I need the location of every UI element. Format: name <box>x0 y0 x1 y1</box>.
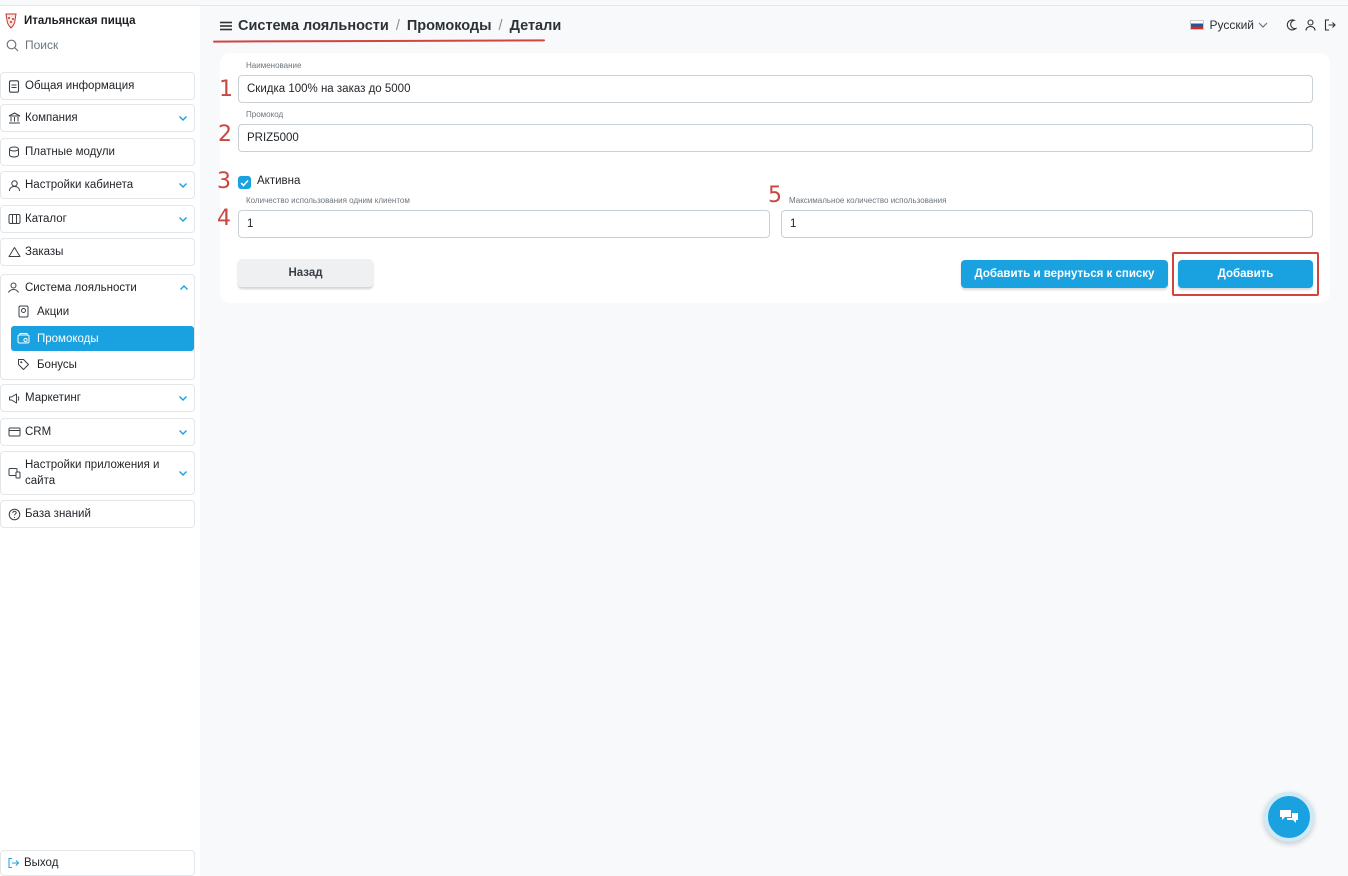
per-client-input[interactable]: 1 <box>238 210 770 238</box>
checkmark-icon <box>240 179 249 187</box>
sidebar-item-label: CRM <box>25 426 52 438</box>
document-icon <box>7 79 21 93</box>
sidebar-subitem-bonuses[interactable]: Бонусы <box>11 352 194 377</box>
devices-icon <box>7 466 21 480</box>
coins-icon <box>7 145 21 159</box>
sidebar-item-label: Общая информация <box>25 80 135 92</box>
sidebar-subitem-label: Бонусы <box>37 358 77 371</box>
user-settings-icon <box>7 178 21 192</box>
language-selector[interactable]: Русский <box>1209 18 1254 32</box>
sidebar-search[interactable]: Поиск <box>6 38 58 52</box>
annotation-number: 1 <box>219 77 233 102</box>
promo-field-label: Промокод <box>246 110 284 119</box>
sidebar-item-knowledge-base[interactable]: База знаний <box>0 500 195 528</box>
per-client-field-label: Количество использования одним клиентом <box>246 196 410 205</box>
sidebar-item-general[interactable]: Общая информация <box>0 72 195 100</box>
brand[interactable]: Итальянская пицца <box>4 12 135 30</box>
logout-label: Выход <box>24 857 59 869</box>
search-icon <box>6 39 19 51</box>
bank-icon <box>7 111 21 125</box>
sidebar-subitem-promocodes[interactable]: Промокоды <box>11 326 194 351</box>
chat-button[interactable] <box>1264 792 1314 842</box>
help-icon <box>7 507 21 521</box>
annotation-number: 3 <box>217 169 231 194</box>
sidebar-item-company[interactable]: Компания <box>0 104 195 132</box>
annotation-number: 2 <box>218 122 232 147</box>
sidebar-item-label: Система лояльности <box>25 282 137 294</box>
sidebar-item-cabinet-settings[interactable]: Настройки кабинета <box>0 171 195 199</box>
sidebar-item-label: Каталог <box>25 213 67 225</box>
sidebar-item-marketing[interactable]: Маркетинг <box>0 384 195 412</box>
logout-button[interactable]: Выход <box>0 850 195 876</box>
sidebar-item-paid-modules[interactable]: Платные модули <box>0 138 195 166</box>
chevron-up-icon <box>180 285 188 290</box>
chevron-down-icon[interactable] <box>1258 21 1268 29</box>
back-button[interactable]: Назад <box>238 259 373 287</box>
sidebar-subitem-label: Акции <box>37 305 70 318</box>
russia-flag-icon <box>1190 20 1205 30</box>
chevron-down-icon <box>179 396 187 401</box>
megaphone-icon <box>7 391 21 405</box>
chevron-down-icon <box>179 471 187 476</box>
annotation-highlight-box <box>1172 252 1319 296</box>
sidebar-item-label: Заказы <box>25 246 64 258</box>
crm-icon <box>7 425 21 439</box>
active-checkbox-label[interactable]: Активна <box>257 175 300 187</box>
add-and-return-button[interactable]: Добавить и вернуться к списку <box>961 260 1168 288</box>
max-uses-field-label: Максимальное количество использования <box>789 196 947 205</box>
logout-icon <box>8 858 20 868</box>
sidebar-item-app-settings[interactable]: Настройки приложения и сайта <box>0 451 195 495</box>
app-title: Итальянская пицца <box>24 15 136 27</box>
loyalty-icon <box>7 281 21 295</box>
chat-icon <box>1280 810 1298 823</box>
logo-icon <box>5 13 17 29</box>
annotation-underline <box>212 39 546 43</box>
breadcrumb-separator: / <box>395 18 400 34</box>
sidebar-item-catalog[interactable]: Каталог <box>0 205 195 233</box>
top-divider <box>0 5 1348 6</box>
user-icon[interactable] <box>1305 19 1316 31</box>
breadcrumb: Система лояльности / Промокоды / Детали <box>220 18 561 34</box>
chevron-down-icon <box>179 116 187 121</box>
sidebar-item-label: Настройки приложения и сайта <box>25 459 160 487</box>
breadcrumb-item-loyalty[interactable]: Система лояльности <box>238 18 389 34</box>
sidebar-item-orders[interactable]: Заказы <box>0 238 195 266</box>
sidebar-subitem-promotions[interactable]: Акции <box>11 299 194 324</box>
annotation-number: 5 <box>768 183 782 208</box>
sidebar-item-label: База знаний <box>25 508 91 520</box>
sidebar-item-label: Платные модули <box>25 146 115 158</box>
active-checkbox[interactable] <box>238 176 251 189</box>
sidebar-item-label: Настройки кабинета <box>25 179 134 191</box>
chevron-down-icon <box>179 183 187 188</box>
chevron-down-icon <box>179 430 187 435</box>
logout-icon[interactable] <box>1324 19 1336 31</box>
breadcrumb-separator: / <box>498 18 503 34</box>
name-field-label: Наименование <box>246 61 302 70</box>
breadcrumb-item-promocodes[interactable]: Промокоды <box>407 18 492 34</box>
promocode-input[interactable]: PRIZ5000 <box>238 124 1313 152</box>
chevron-down-icon <box>179 217 187 222</box>
search-label: Поиск <box>25 38 59 52</box>
max-uses-input[interactable]: 1 <box>781 210 1313 238</box>
menu-icon[interactable] <box>220 21 232 31</box>
sidebar-item-crm[interactable]: CRM <box>0 418 195 446</box>
name-input[interactable]: Скидка 100% на заказ до 5000 <box>238 75 1313 103</box>
moon-icon[interactable] <box>1286 19 1297 31</box>
sidebar-item-loyalty[interactable]: Система лояльности <box>7 279 193 297</box>
promo-icon <box>17 332 31 346</box>
breadcrumb-item-details: Детали <box>509 18 562 34</box>
sidebar-subitem-label: Промокоды <box>37 332 99 345</box>
triangle-icon <box>7 245 21 259</box>
sidebar-item-label: Маркетинг <box>25 392 81 404</box>
tag-icon <box>17 358 31 372</box>
badge-icon <box>17 305 31 319</box>
header-tools: Русский <box>1190 18 1336 32</box>
annotation-number: 4 <box>217 206 231 231</box>
sidebar-item-label: Компания <box>25 112 78 124</box>
catalog-icon <box>7 212 21 226</box>
